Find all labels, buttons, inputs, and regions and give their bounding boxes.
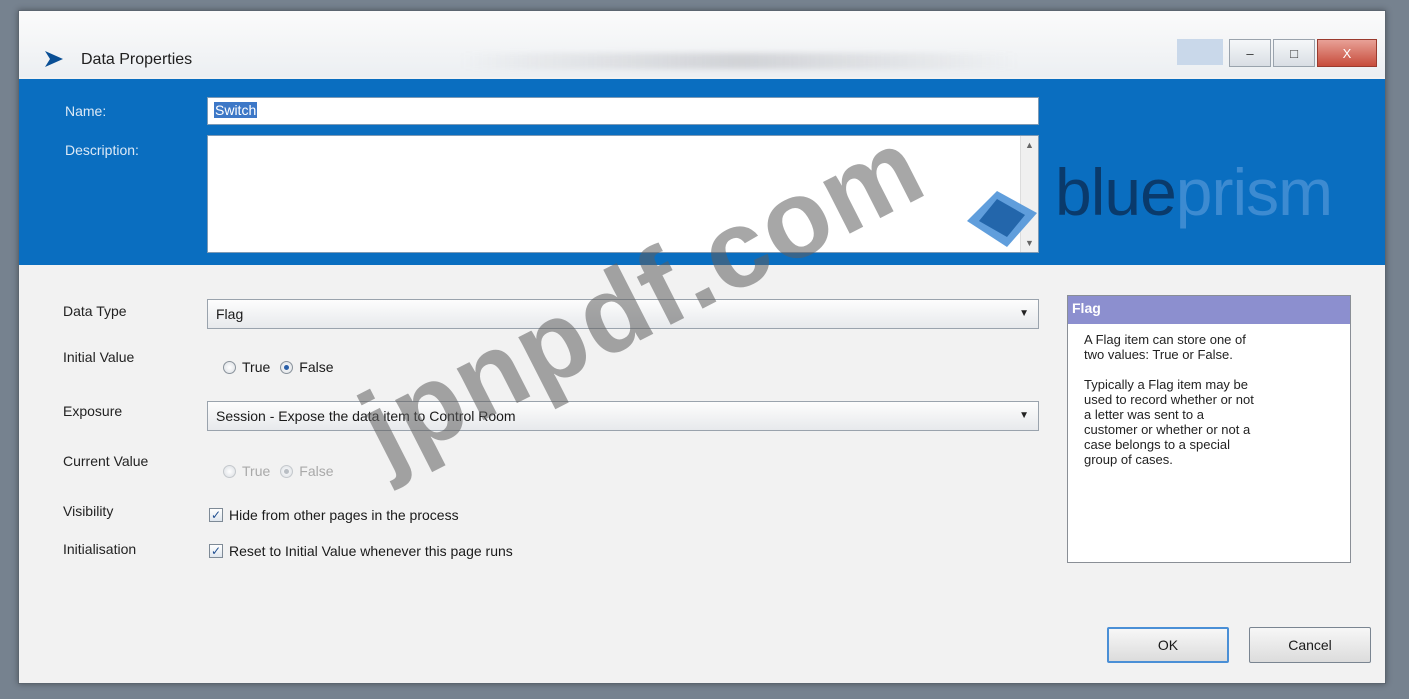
data-properties-dialog: Data Properties – □ X Name: Description:…	[18, 10, 1386, 684]
initialisation-checkbox[interactable]: ✓	[209, 544, 223, 558]
close-button[interactable]: X	[1317, 39, 1377, 67]
blue-prism-app-icon	[45, 51, 63, 67]
initial-false-label[interactable]: False	[299, 359, 333, 375]
current-true-radio	[223, 464, 236, 478]
title-blur	[459, 53, 1019, 69]
initial-true-label[interactable]: True	[242, 359, 270, 375]
initialisation-checkbox-row[interactable]: ✓ Reset to Initial Value whenever this p…	[209, 543, 513, 559]
exposure-value: Session - Expose the data item to Contro…	[216, 408, 516, 424]
name-label: Name:	[65, 103, 107, 119]
initial-true-radio[interactable]	[223, 360, 236, 374]
maximize-button[interactable]: □	[1273, 39, 1315, 67]
name-value: Switch	[214, 102, 258, 118]
data-type-label: Data Type	[63, 303, 127, 319]
data-type-select[interactable]: Flag ▼	[207, 299, 1039, 329]
current-false-label: False	[299, 463, 334, 479]
help-text: A Flag item can store one of two values:…	[1084, 332, 1254, 467]
window-title: Data Properties	[81, 51, 193, 68]
chevron-down-icon: ▼	[1019, 410, 1029, 421]
exposure-select[interactable]: Session - Expose the data item to Contro…	[207, 401, 1039, 431]
brand-secondary: prism	[1175, 155, 1333, 229]
current-true-label: True	[242, 463, 271, 479]
data-type-value: Flag	[216, 306, 244, 322]
initialisation-label: Initialisation	[63, 541, 137, 557]
title-bar[interactable]: Data Properties – □ X	[19, 11, 1385, 77]
scroll-up-icon[interactable]: ▲	[1025, 140, 1034, 150]
window-controls: – □ X	[1177, 39, 1377, 69]
visibility-checkbox-row[interactable]: ✓ Hide from other pages in the process	[209, 507, 459, 523]
brand-primary: blue	[1055, 155, 1177, 229]
minimize-button[interactable]: –	[1229, 39, 1271, 67]
visibility-label: Visibility	[63, 503, 114, 519]
blue-prism-logo-icon	[967, 191, 1037, 247]
blue-prism-logo: blueprism	[1055, 159, 1333, 225]
title-extra-area	[1177, 39, 1223, 65]
help-panel: Flag A Flag item can store one of two va…	[1067, 295, 1351, 563]
description-textarea[interactable]: ▲ ▼	[207, 135, 1039, 253]
initialisation-option-label[interactable]: Reset to Initial Value whenever this pag…	[229, 543, 513, 559]
name-input[interactable]: Switch	[207, 97, 1039, 125]
chevron-down-icon: ▼	[1019, 308, 1029, 319]
ok-button[interactable]: OK	[1107, 627, 1229, 663]
visibility-checkbox[interactable]: ✓	[209, 508, 223, 522]
current-value-radio-group: True False	[223, 463, 334, 479]
current-false-radio	[280, 464, 294, 478]
cancel-button[interactable]: Cancel	[1249, 627, 1371, 663]
initial-value-radio-group: True False	[223, 359, 334, 375]
exposure-label: Exposure	[63, 403, 123, 419]
initial-false-radio[interactable]	[280, 360, 294, 374]
initial-value-label: Initial Value	[63, 349, 135, 365]
help-title: Flag	[1068, 296, 1350, 324]
description-label: Description:	[65, 142, 139, 158]
current-value-label: Current Value	[63, 453, 149, 469]
visibility-option-label[interactable]: Hide from other pages in the process	[229, 507, 459, 523]
